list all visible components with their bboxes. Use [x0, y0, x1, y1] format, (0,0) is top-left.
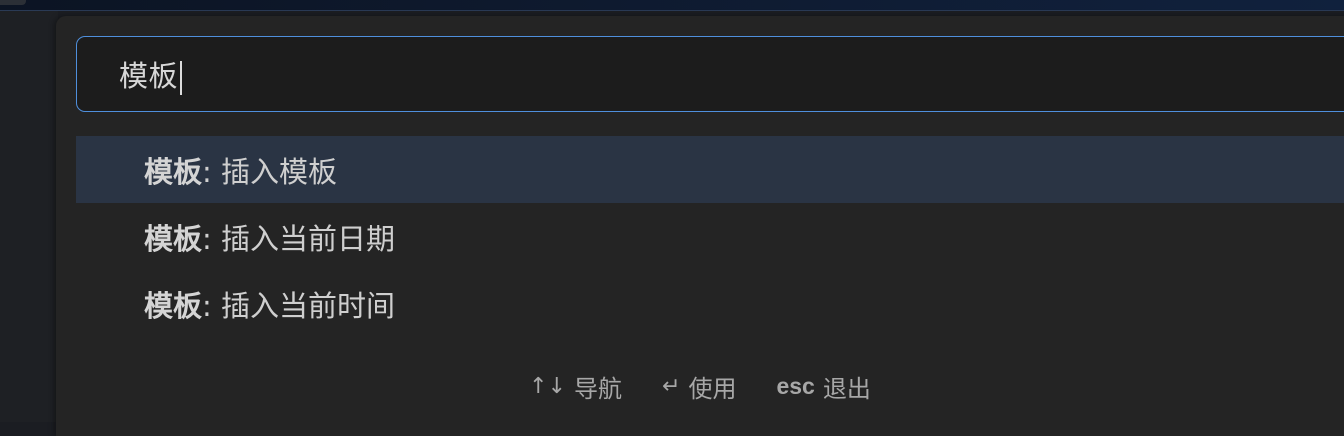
result-separator: : [202, 154, 222, 189]
esc-key-label: esc [776, 372, 815, 399]
result-prefix: 模板 [144, 288, 203, 323]
search-input-value: 模板 [119, 59, 179, 93]
instructions-footer: ↑↓ 导航 ↵ 使用 esc 退出 [56, 368, 1344, 404]
window-top-bar [0, 0, 1344, 11]
result-text: 模板: 插入模板 [144, 149, 337, 191]
result-item-insert-current-time[interactable]: 模板: 插入当前时间 [76, 270, 1344, 337]
window-tab[interactable] [0, 0, 26, 5]
results-list: 模板: 插入模板 模板: 插入当前日期 模板: 插入当前时间 [76, 136, 1344, 337]
hint-dismiss: esc 退出 [776, 369, 870, 404]
hint-label: 退出 [822, 374, 871, 403]
result-text: 模板: 插入当前日期 [144, 216, 395, 258]
result-text: 模板: 插入当前时间 [144, 283, 395, 325]
result-item-insert-template[interactable]: 模板: 插入模板 [76, 136, 1344, 203]
enter-key-icon: ↵ [662, 373, 681, 399]
result-label: 插入当前时间 [221, 288, 396, 323]
hint-label: 使用 [688, 374, 737, 403]
search-input[interactable]: 模板 [119, 53, 182, 95]
result-label: 插入模板 [221, 154, 338, 189]
arrow-up-down-icon: ↑↓ [529, 373, 567, 399]
result-prefix: 模板 [144, 221, 203, 256]
result-separator: : [202, 221, 222, 256]
hint-label: 导航 [574, 374, 623, 403]
hint-use: ↵ 使用 [662, 369, 736, 404]
hint-navigate: ↑↓ 导航 [529, 369, 622, 404]
result-item-insert-current-date[interactable]: 模板: 插入当前日期 [76, 203, 1344, 270]
search-field[interactable]: 模板 [76, 36, 1344, 112]
result-label: 插入当前日期 [221, 221, 396, 256]
result-prefix: 模板 [144, 154, 203, 189]
result-separator: : [202, 288, 222, 323]
command-palette: 模板 模板: 插入模板 模板: 插入当前日期 模板: 插入当前时间 ↑↓ 导航 … [56, 16, 1344, 436]
sidebar-strip [0, 11, 58, 422]
text-caret [180, 61, 182, 95]
